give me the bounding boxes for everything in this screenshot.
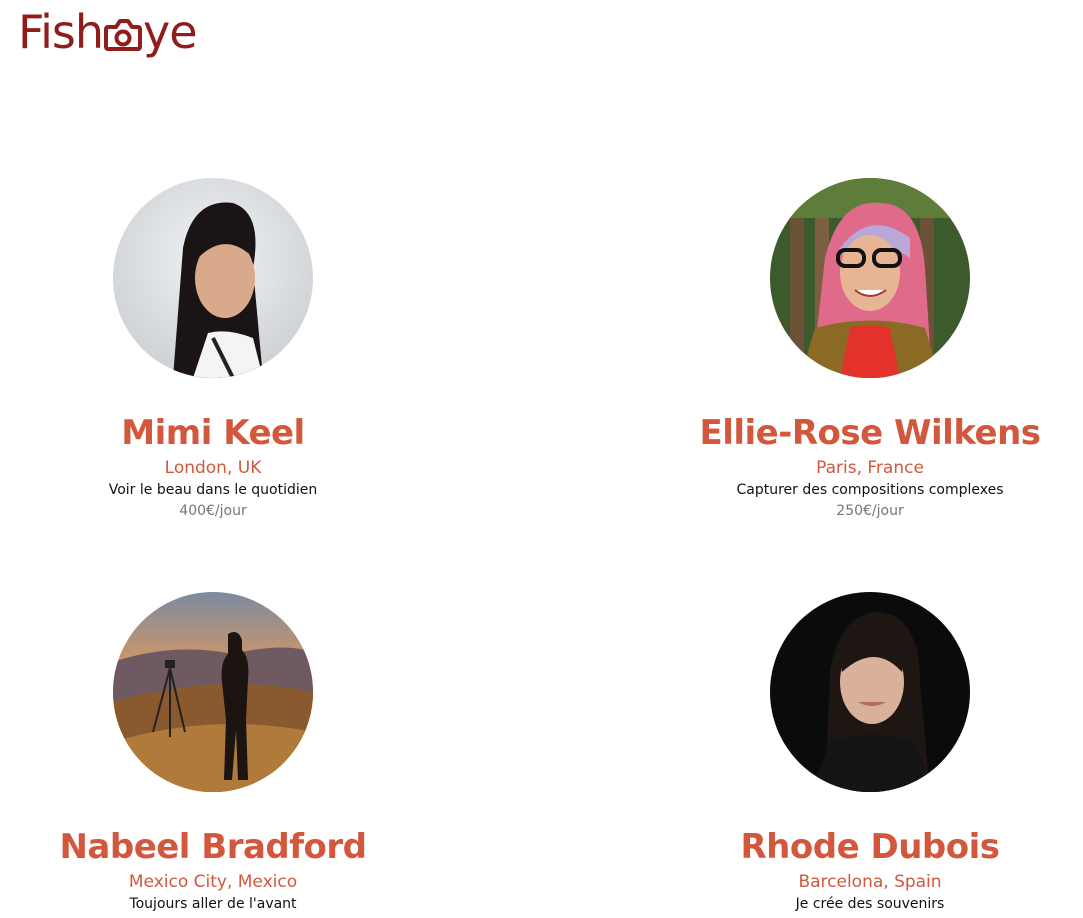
fisheye-logo[interactable]: Fish ye	[18, 2, 198, 62]
photographer-name: Nabeel Bradford	[59, 827, 367, 867]
logo-text-start: Fish	[18, 5, 104, 59]
photographer-tagline: Je crée des souvenirs	[795, 896, 945, 912]
photographer-portrait	[113, 178, 313, 378]
photographer-portrait	[113, 592, 313, 792]
photographer-location: Mexico City, Mexico	[128, 872, 298, 892]
photographer-location: Barcelona, Spain	[798, 872, 942, 892]
photographer-name: Rhode Dubois	[740, 827, 1001, 867]
photographer-tagline: Capturer des compositions complexes	[736, 482, 1004, 498]
photographer-card[interactable]: Nabeel Bradford Mexico City, Mexico Touj…	[13, 592, 413, 914]
photographer-price: 400€/jour	[179, 503, 247, 519]
photographer-name: Mimi Keel	[121, 413, 305, 453]
photographer-portrait	[770, 178, 970, 378]
photographer-tagline: Voir le beau dans le quotidien	[108, 482, 318, 498]
photographer-location: London, UK	[164, 458, 262, 478]
photographer-portrait	[770, 592, 970, 792]
photographer-card[interactable]: Rhode Dubois Barcelona, Spain Je crée de…	[670, 592, 1070, 914]
photographer-name: Ellie-Rose Wilkens	[699, 413, 1041, 453]
photographer-card[interactable]: Ellie-Rose Wilkens Paris, France Capture…	[670, 178, 1070, 521]
photographer-price: 250€/jour	[836, 503, 904, 519]
camera-icon	[104, 13, 143, 53]
logo-text-end: ye	[143, 5, 198, 59]
photographer-card[interactable]: Mimi Keel London, UK Voir le beau dans l…	[13, 178, 413, 521]
photographer-location: Paris, France	[816, 458, 924, 478]
photographer-tagline: Toujours aller de l'avant	[129, 896, 297, 912]
